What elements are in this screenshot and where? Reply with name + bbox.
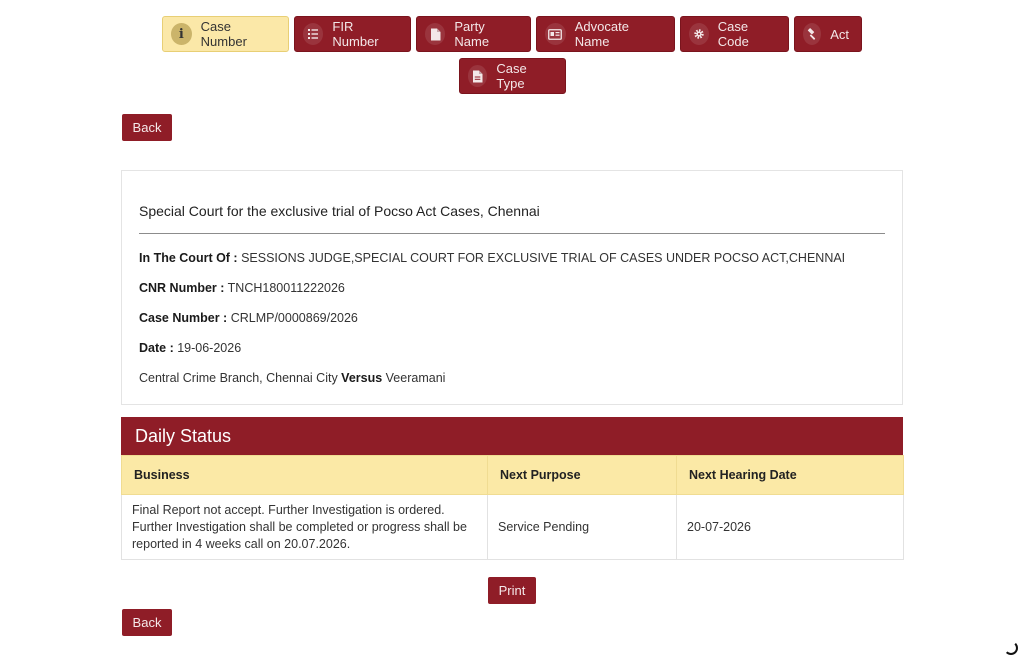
tab-label: Case Code	[717, 19, 749, 49]
case-number-field: Case Number : CRLMP/0000869/2026	[139, 311, 358, 325]
versus-label: Versus	[341, 371, 383, 385]
tab-label: Case Number	[200, 19, 247, 49]
table-row: Final Report not accept. Further Investi…	[121, 494, 904, 560]
court-of-label: In The Court Of :	[139, 251, 238, 265]
back-button-bottom[interactable]: Back	[122, 609, 172, 636]
tab-fir-number[interactable]: FIR Number	[294, 16, 411, 52]
table-header-row: Business Next Purpose Next Hearing Date	[121, 455, 904, 495]
tab-label: Advocate Name	[574, 19, 629, 49]
column-header-next-hearing-date: Next Hearing Date	[676, 455, 904, 495]
tab-case-number[interactable]: i Case Number	[162, 16, 289, 52]
document-icon	[425, 23, 446, 45]
search-tabs-row-2: Case Type	[0, 58, 1024, 94]
petitioner: Central Crime Branch, Chennai City	[139, 371, 342, 385]
loading-spinner-icon	[1004, 641, 1018, 655]
court-of-field: In The Court Of : SESSIONS JUDGE,SPECIAL…	[139, 251, 845, 265]
court-title: Special Court for the exclusive trial of…	[139, 203, 540, 219]
daily-status-header: Daily Status	[121, 417, 903, 455]
tab-label: Party Name	[454, 19, 490, 49]
document-icon	[467, 65, 488, 87]
next-hearing-date-cell: 20-07-2026	[676, 494, 904, 560]
search-tabs-row-1: i Case Number FIR Number Party Name Advo…	[0, 16, 1024, 52]
respondent: Veeramani	[382, 371, 446, 385]
column-header-next-purpose: Next Purpose	[487, 455, 677, 495]
business-cell: Final Report not accept. Further Investi…	[121, 494, 488, 560]
back-button[interactable]: Back	[122, 114, 172, 141]
date-label: Date :	[139, 341, 174, 355]
cnr-label: CNR Number :	[139, 281, 225, 295]
tab-case-code[interactable]: Case Code	[680, 16, 789, 52]
tab-party-name[interactable]: Party Name	[416, 16, 531, 52]
case-number-label: Case Number :	[139, 311, 228, 325]
gavel-icon	[803, 23, 822, 45]
divider	[139, 233, 885, 234]
parties-field: Central Crime Branch, Chennai City Versu…	[139, 371, 445, 385]
tab-case-type[interactable]: Case Type	[458, 58, 566, 94]
cnr-number-field: CNR Number : TNCH180011222026	[139, 281, 345, 295]
case-number-value: CRLMP/0000869/2026	[227, 311, 358, 325]
date-value: 19-06-2026	[173, 341, 242, 355]
tab-label: FIR Number	[332, 19, 379, 49]
tab-label: Case Type	[496, 61, 527, 91]
court-of-value: SESSIONS JUDGE,SPECIAL COURT FOR EXCLUSI…	[237, 251, 846, 265]
gear-icon	[689, 23, 709, 45]
print-button[interactable]: Print	[488, 577, 536, 604]
case-details-card: Special Court for the exclusive trial of…	[121, 170, 903, 405]
daily-status-table: Business Next Purpose Next Hearing Date …	[121, 455, 904, 560]
next-purpose-cell: Service Pending	[487, 494, 677, 560]
tab-advocate-name[interactable]: Advocate Name	[536, 16, 675, 52]
date-field: Date : 19-06-2026	[139, 341, 241, 355]
column-header-business: Business	[121, 455, 488, 495]
tab-label: Act	[830, 26, 849, 42]
tab-act[interactable]: Act	[794, 16, 862, 52]
id-card-icon	[545, 23, 566, 45]
list-icon	[303, 23, 324, 45]
cnr-value: TNCH180011222026	[224, 281, 345, 295]
info-icon: i	[171, 23, 192, 45]
